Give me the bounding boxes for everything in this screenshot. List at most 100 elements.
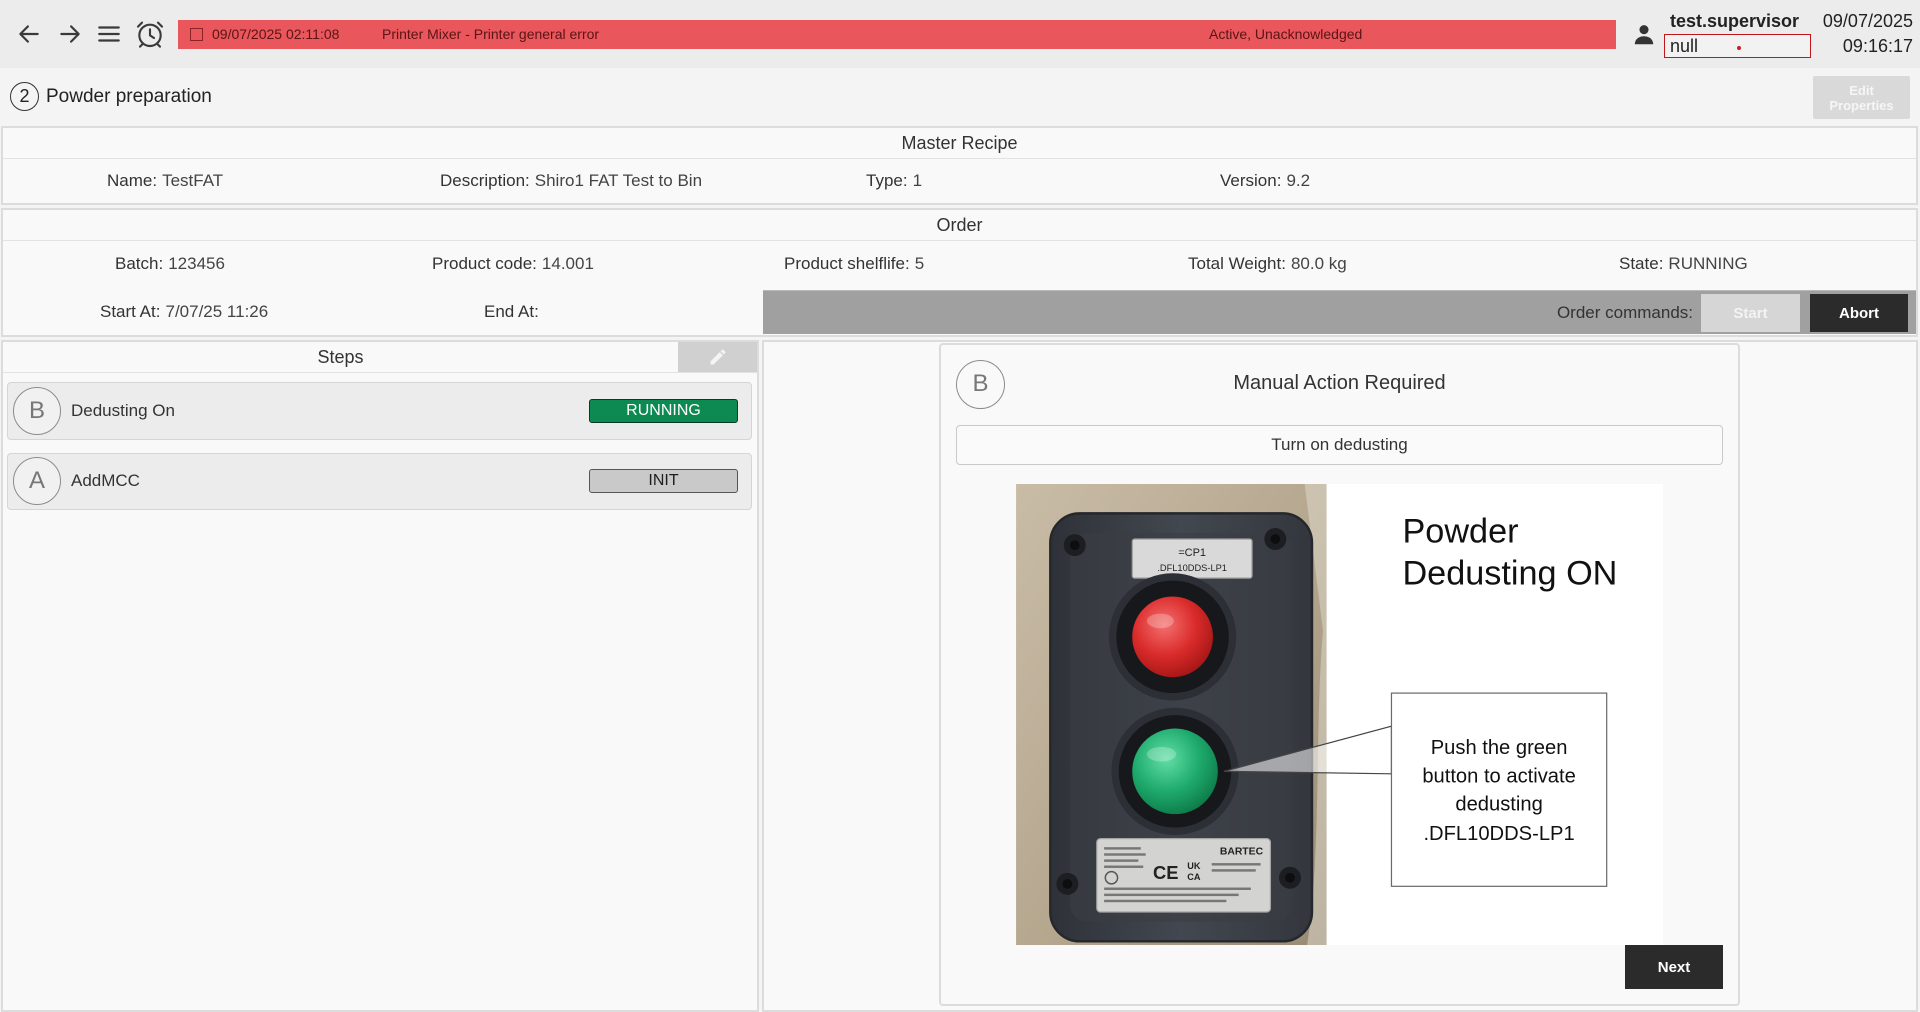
field-label: Description: xyxy=(440,171,530,190)
step-status-badge: INIT xyxy=(589,469,738,493)
next-button[interactable]: Next xyxy=(1625,945,1723,989)
order-start-at-field: Start At: 7/07/25 11:26 xyxy=(100,302,268,322)
step-name: Dedusting On xyxy=(71,401,175,420)
step-letter-badge: A xyxy=(13,457,61,505)
field-value: 1 xyxy=(912,171,923,190)
recipe-description-field: Description: Shiro1 FAT Test to Bin xyxy=(440,171,702,191)
user-icon[interactable] xyxy=(1631,21,1657,47)
device-photo: =CP1 .DFL10DDS-LP1 BARTEC CE UK CA xyxy=(1016,484,1327,945)
abort-order-button[interactable]: Abort xyxy=(1810,294,1908,332)
field-value: 14.001 xyxy=(541,254,594,273)
arrow-left-icon xyxy=(19,25,39,43)
callout-box: Push the green button to activate dedust… xyxy=(1390,692,1608,887)
field-label: Batch: xyxy=(115,254,164,273)
step-status-badge: RUNNING xyxy=(589,399,738,423)
recipe-type-field: Type: 1 xyxy=(866,171,922,191)
ukca-mark: CA xyxy=(1187,872,1201,882)
order-shelflife-field: Product shelflife: 5 xyxy=(784,254,924,274)
step-item[interactable]: B Dedusting On RUNNING xyxy=(7,382,752,440)
alarm-timestamp: 09/07/2025 02:11:08 xyxy=(212,26,340,42)
device-brand: BARTEC xyxy=(1220,847,1264,858)
green-push-button xyxy=(1111,707,1239,835)
device-tag-plate: =CP1 .DFL10DDS-LP1 xyxy=(1131,538,1253,579)
field-value: Shiro1 FAT Test to Bin xyxy=(534,171,703,190)
recipe-name-field: Name: TestFAT xyxy=(107,171,223,191)
manual-action-card: B Manual Action Required Turn on dedusti… xyxy=(939,343,1740,1006)
manual-action-title: Manual Action Required xyxy=(1233,372,1446,394)
order-heading: Order xyxy=(3,210,1916,241)
arrow-right-icon xyxy=(60,25,80,43)
red-push-button xyxy=(1109,573,1237,701)
master-recipe-panel: Master Recipe Name: TestFAT Description: S… xyxy=(1,126,1918,205)
divider xyxy=(3,372,757,373)
field-label: Product shelflife: xyxy=(784,254,910,273)
phase-number-badge: 2 xyxy=(10,82,39,111)
ukca-mark: UK xyxy=(1187,861,1201,871)
alarm-clock-icon xyxy=(136,21,164,48)
clock-time: 09:16:17 xyxy=(1842,36,1913,56)
instruction-image: =CP1 .DFL10DDS-LP1 BARTEC CE UK CA Powde… xyxy=(1016,484,1663,945)
order-commands-label: Order commands: xyxy=(1556,303,1693,322)
order-commands-bar: Order commands: Start Abort xyxy=(763,290,1916,334)
field-value: 5 xyxy=(914,254,925,273)
order-product-code-field: Product code: 14.001 xyxy=(432,254,594,274)
step-item[interactable]: A AddMCC INIT xyxy=(7,453,752,510)
field-value: 123456 xyxy=(168,254,225,273)
field-value: 80.0 kg xyxy=(1290,254,1347,273)
instruction-text: Turn on dedusting xyxy=(956,425,1723,465)
edit-steps-button[interactable] xyxy=(678,342,757,372)
ce-mark: CE xyxy=(1153,862,1178,883)
edit-properties-button[interactable]: Edit Properties xyxy=(1813,76,1910,119)
callout-line: button to activate xyxy=(1422,765,1576,787)
menu-button[interactable] xyxy=(92,17,126,51)
start-order-button[interactable]: Start xyxy=(1701,294,1800,332)
field-label: Product code: xyxy=(432,254,537,273)
step-letter-badge: B xyxy=(13,387,61,435)
field-value: RUNNING xyxy=(1668,254,1748,273)
alarms-button[interactable] xyxy=(132,16,168,52)
field-value: 9.2 xyxy=(1286,171,1311,190)
field-label: End At: xyxy=(484,302,539,321)
field-label: Total Weight: xyxy=(1188,254,1286,273)
field-label: Type: xyxy=(866,171,908,190)
top-bar: 09/07/2025 02:11:08 Printer Mixer - Prin… xyxy=(0,0,1920,68)
recipe-version-field: Version: 9.2 xyxy=(1220,171,1310,191)
pencil-icon xyxy=(710,349,726,365)
field-value: TestFAT xyxy=(162,171,224,190)
alarm-status: Active, Unacknowledged xyxy=(1209,26,1363,42)
user-name: test.supervisor xyxy=(1670,11,1800,31)
callout-line: .DFL10DDS-LP1 xyxy=(1423,823,1574,845)
field-label: Version: xyxy=(1220,171,1282,190)
page-title: Powder preparation xyxy=(46,86,212,107)
order-end-at-field: End At: xyxy=(484,302,544,322)
image-heading-line: Powder xyxy=(1402,513,1518,551)
user-role-field[interactable]: null xyxy=(1664,34,1811,58)
step-detail-panel: B Manual Action Required Turn on dedusti… xyxy=(762,340,1918,1012)
alarm-acknowledge-checkbox[interactable] xyxy=(190,28,203,41)
status-dot xyxy=(1737,46,1741,50)
steps-heading: Steps xyxy=(317,347,364,367)
order-state-field: State: RUNNING xyxy=(1619,254,1748,274)
device-tag-line: .DFL10DDS-LP1 xyxy=(1157,563,1227,573)
order-batch-field: Batch: 123456 xyxy=(115,254,225,274)
clock-date: 09/07/2025 xyxy=(1822,11,1913,31)
hamburger-menu-icon xyxy=(98,26,120,42)
step-name: AddMCC xyxy=(71,471,140,490)
device-tag-line: =CP1 xyxy=(1178,547,1206,559)
order-panel: Order Batch: 123456 Product code: 14.001 P… xyxy=(1,208,1918,337)
field-label: State: xyxy=(1619,254,1664,273)
alarm-message: Printer Mixer - Printer general error xyxy=(382,26,600,42)
callout-line: dedusting xyxy=(1455,793,1542,815)
master-recipe-heading: Master Recipe xyxy=(3,128,1916,159)
active-alarm-banner[interactable]: 09/07/2025 02:11:08 Printer Mixer - Prin… xyxy=(178,20,1616,49)
callout-line: Push the green xyxy=(1431,737,1568,759)
field-label: Start At: xyxy=(100,302,161,321)
forward-button[interactable] xyxy=(53,17,87,51)
user-role-value: null xyxy=(1670,36,1699,56)
device-rating-plate: BARTEC CE UK CA xyxy=(1096,838,1272,913)
field-label: Name: xyxy=(107,171,158,190)
order-total-weight-field: Total Weight: 80.0 kg xyxy=(1188,254,1347,274)
image-heading-line: Dedusting ON xyxy=(1402,554,1617,592)
field-value: 7/07/25 11:26 xyxy=(165,302,269,321)
back-button[interactable] xyxy=(12,17,46,51)
